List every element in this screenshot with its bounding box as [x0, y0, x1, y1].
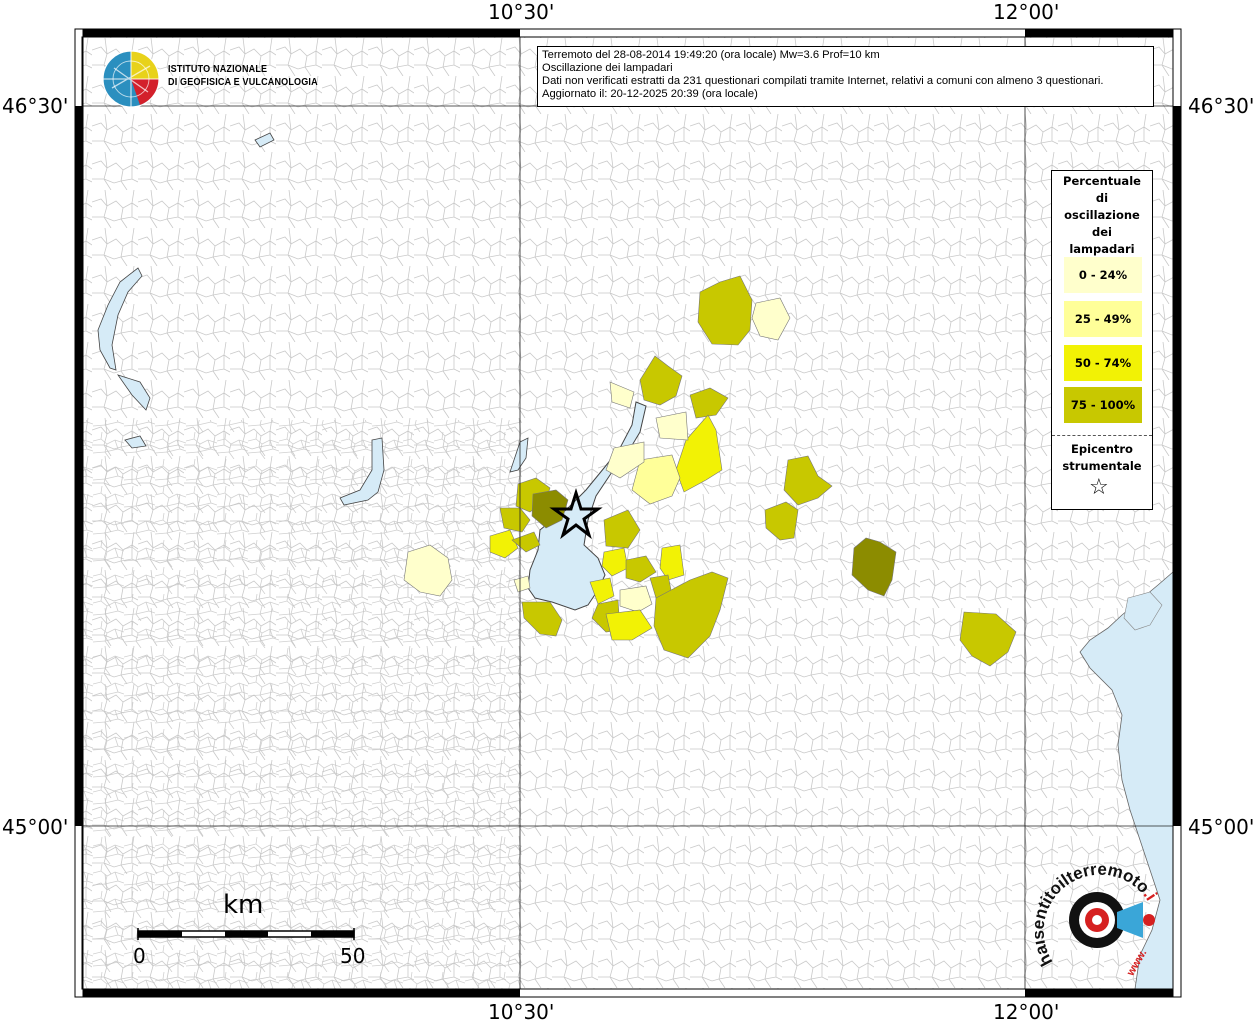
legend: Percentuale di oscillazione dei lampadar… [1051, 170, 1153, 510]
data-note: Dati non verificati estratti da 231 ques… [542, 75, 1104, 87]
lat-label-right-2: 45°00' [1188, 815, 1255, 839]
legend-star-icon: ☆ [1089, 475, 1109, 500]
legend-epicenter-line: strumentale [1062, 459, 1142, 473]
legend-separator [1052, 435, 1152, 436]
hst-text-part2: terremoto [1063, 862, 1153, 897]
scale-start-label: 0 [133, 944, 146, 968]
ingv-logo-line1: ISTITUTO NAZIONALE [168, 63, 268, 75]
legend-title-line: oscillazione [1064, 208, 1140, 222]
hst-www-text: www. [1124, 948, 1149, 979]
scale-unit-label: km [223, 890, 264, 920]
legend-title: Percentuale di oscillazione dei lampadar… [1052, 173, 1152, 258]
legend-class-75-100: 75 - 100% [1064, 387, 1142, 423]
map-frame: 10°30' 12°00' 10°30' 12°00' 46°30' 45°00… [0, 0, 1255, 1024]
update-timestamp: Aggiornato il: 20-12-2025 20:39 (ora loc… [542, 88, 758, 100]
hst-text-part1: haisentitoil [1035, 871, 1073, 970]
legend-class-25-49: 25 - 49% [1064, 301, 1142, 337]
ingv-logo: ISTITUTO NAZIONALE DI GEOFISICA E VULCAN… [100, 46, 330, 110]
lat-label-right-1: 46°30' [1188, 94, 1255, 118]
legend-title-line: lampadari [1069, 242, 1135, 256]
lon-label-top-1: 10°30' [488, 0, 555, 24]
haisentitoilterremoto-logo: haisentitoilterremoto.it www. [1029, 847, 1175, 982]
event-title: Terremoto del 28-08-2014 19:49:20 (ora l… [542, 49, 880, 61]
scale-bar: km 0 50 [130, 890, 370, 970]
legend-class-0-24: 0 - 24% [1064, 257, 1142, 293]
lat-label-left-1: 46°30' [2, 94, 69, 118]
legend-epicenter-line: Epicentro [1071, 442, 1133, 456]
scale-bar-graphic [137, 928, 355, 940]
legend-title-line: dei [1092, 225, 1112, 239]
lon-label-top-2: 12°00' [993, 0, 1060, 24]
legend-class-50-74: 50 - 74% [1064, 345, 1142, 381]
scale-end-label: 50 [340, 944, 366, 968]
legend-title-line: di [1095, 191, 1109, 205]
map-subject: Oscillazione dei lampadari [542, 62, 673, 74]
lat-label-left-2: 45°00' [2, 815, 69, 839]
ingv-logo-line2: DI GEOFISICA E VULCANOLOGIA [168, 76, 318, 88]
lon-label-bottom-1: 10°30' [488, 1000, 555, 1024]
legend-title-line: Percentuale [1063, 174, 1141, 188]
ingv-globe-icon [102, 50, 160, 108]
legend-epicenter-label: Epicentro strumentale [1052, 441, 1152, 475]
hst-logo-graphic: haisentitoilterremoto.it www. [1029, 847, 1161, 979]
event-info-box: Terremoto del 28-08-2014 19:49:20 (ora l… [537, 46, 1154, 107]
lon-label-bottom-2: 12°00' [993, 1000, 1060, 1024]
